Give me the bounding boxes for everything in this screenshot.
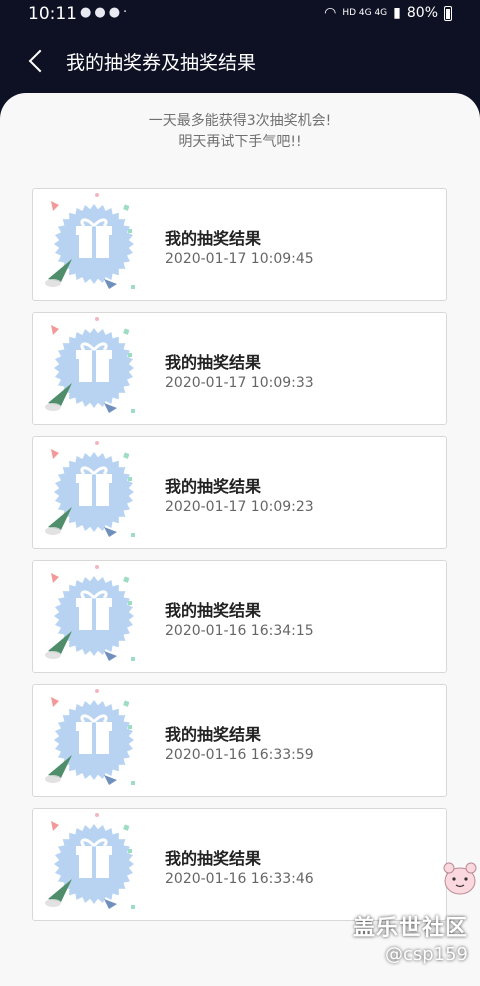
wechat-icon: ● — [80, 5, 95, 20]
result-card[interactable]: 我的抽奖结果 2020-01-17 10:09:45 — [32, 188, 447, 301]
notice-line-2: 明天再试下手气吧!! — [178, 134, 302, 150]
result-title: 我的抽奖结果 — [165, 849, 262, 868]
notice-line-1: 一天最多能获得3次抽奖机会! — [148, 113, 332, 129]
app-header: 我的抽奖券及抽奖结果 — [0, 30, 480, 92]
notification-icons: ●●●· — [80, 5, 130, 20]
battery-percent: 80% — [406, 5, 438, 21]
wifi-icon: ◠ — [324, 5, 337, 21]
qq-icon: ● — [108, 5, 124, 20]
status-time: 10:11 — [28, 4, 77, 24]
back-arrow-icon — [28, 49, 52, 73]
page-title: 我的抽奖券及抽奖结果 — [66, 52, 257, 74]
result-card[interactable]: 我的抽奖结果 2020-01-17 10:09:23 — [32, 436, 447, 549]
wechat-icon: ● — [94, 5, 109, 20]
result-title: 我的抽奖结果 — [165, 601, 262, 620]
network-label: HD 4G 4G — [342, 8, 388, 18]
result-title: 我的抽奖结果 — [165, 229, 262, 248]
content-panel: 一天最多能获得3次抽奖机会! 明天再试下手气吧!! 我的抽奖结果 2020-01-… — [0, 93, 480, 986]
result-card[interactable]: 我的抽奖结果 2020-01-16 16:33:46 — [32, 808, 447, 921]
result-time: 2020-01-17 10:09:45 — [165, 251, 314, 267]
result-card[interactable]: 我的抽奖结果 2020-01-16 16:34:15 — [32, 560, 447, 673]
watermark-user: @csp159 — [384, 944, 468, 965]
result-title: 我的抽奖结果 — [165, 725, 262, 744]
back-button[interactable] — [22, 44, 54, 78]
status-right: ◠ HD 4G 4G ▮ 80% — [324, 5, 452, 21]
result-time: 2020-01-16 16:33:46 — [165, 871, 314, 887]
result-time: 2020-01-17 10:09:33 — [165, 375, 314, 391]
watermark: 盖乐世社区 @csp159 — [353, 910, 468, 965]
watermark-title: 盖乐世社区 — [352, 916, 468, 941]
result-card[interactable]: 我的抽奖结果 2020-01-17 10:09:33 — [32, 312, 447, 425]
status-bar: 10:11 ●●●· ◠ HD 4G 4G ▮ 80% — [0, 0, 480, 30]
gift-badge-icon — [45, 317, 135, 413]
gift-badge-icon — [45, 441, 135, 537]
result-title: 我的抽奖结果 — [165, 353, 262, 372]
more-dot-icon: · — [123, 5, 131, 20]
gift-badge-icon — [45, 813, 135, 909]
gift-badge-icon — [45, 565, 135, 661]
result-time: 2020-01-16 16:33:59 — [165, 747, 314, 763]
notice: 一天最多能获得3次抽奖机会! 明天再试下手气吧!! — [0, 111, 480, 153]
gift-badge-icon — [45, 689, 135, 785]
result-time: 2020-01-16 16:34:15 — [165, 623, 314, 639]
result-card[interactable]: 我的抽奖结果 2020-01-16 16:33:59 — [32, 684, 447, 797]
signal-icon: ▮ — [393, 5, 401, 21]
result-title: 我的抽奖结果 — [165, 477, 262, 496]
battery-icon — [444, 5, 452, 21]
gift-badge-icon — [45, 193, 135, 289]
mascot-icon — [443, 862, 477, 895]
result-time: 2020-01-17 10:09:23 — [165, 499, 314, 515]
